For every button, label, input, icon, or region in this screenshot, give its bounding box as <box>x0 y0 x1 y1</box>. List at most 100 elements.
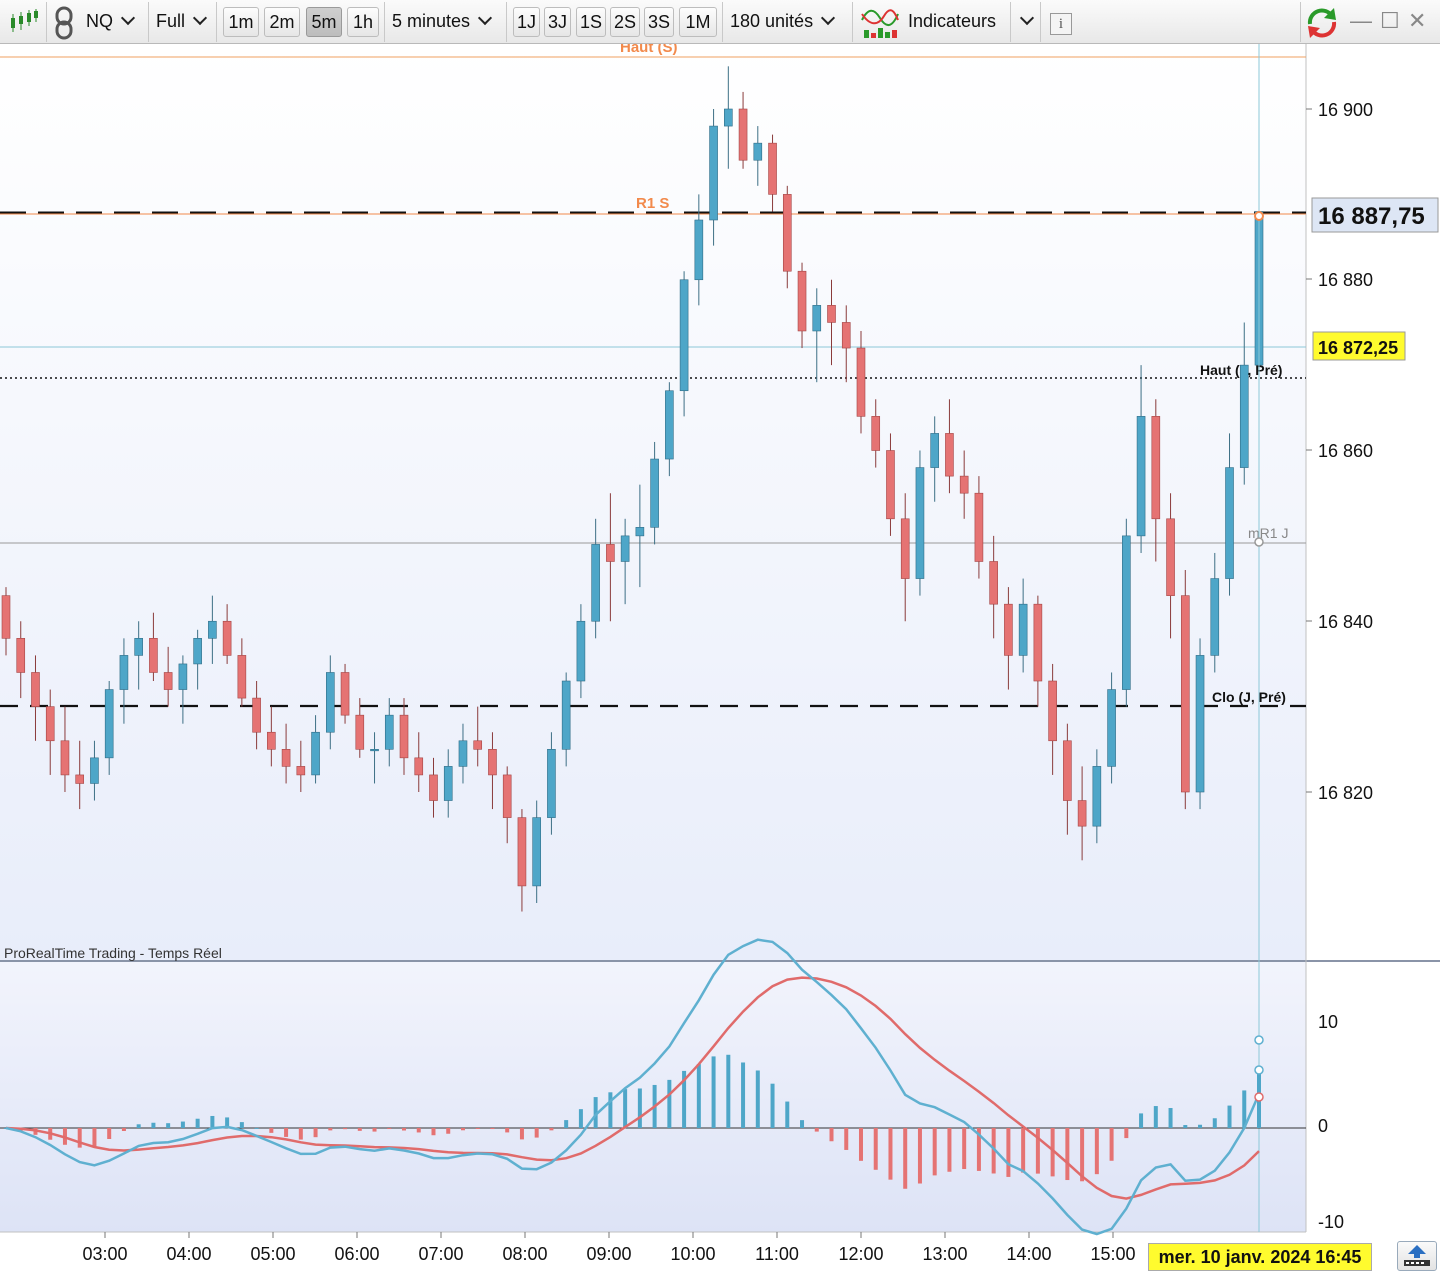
view-selector[interactable]: Full <box>156 6 208 36</box>
candlestick-chart-icon[interactable] <box>8 8 40 36</box>
oscillator-axis[interactable]: 10 0 -10 <box>1318 1012 1344 1232</box>
candle-body <box>281 749 291 767</box>
histogram-bar <box>490 1128 495 1130</box>
range-1s-button[interactable]: 1S <box>576 7 606 37</box>
toolbar-separator <box>216 2 217 42</box>
candle-body <box>1018 603 1028 656</box>
timeframe-1h-button[interactable]: 1h <box>347 7 379 37</box>
candle-body <box>443 766 453 801</box>
histogram-bar <box>107 1128 112 1139</box>
candle-body <box>149 638 158 673</box>
units-selector[interactable]: 180 unités <box>730 6 836 36</box>
link-icon[interactable] <box>52 6 76 40</box>
candle-body <box>915 467 925 579</box>
histogram-bar <box>505 1128 510 1133</box>
histogram-bar <box>932 1128 937 1176</box>
histogram-bar <box>1168 1108 1173 1128</box>
histogram-cursor-marker <box>1254 1065 1264 1075</box>
range-3s-button[interactable]: 3S <box>644 7 674 37</box>
candle-body <box>340 672 350 716</box>
candle-body <box>679 279 689 392</box>
cursor-price-label: 16 872,25 <box>1318 338 1398 358</box>
time-tick: 14:00 <box>1006 1244 1051 1264</box>
info-icon[interactable]: i <box>1050 13 1072 35</box>
candle-body <box>768 142 777 195</box>
candle-body <box>134 638 143 656</box>
candle-body <box>1210 578 1220 656</box>
histogram-bar <box>755 1070 760 1128</box>
indicators-button[interactable]: Indicateurs <box>908 6 996 36</box>
toolbar-separator <box>722 2 723 42</box>
candle-body <box>665 390 674 460</box>
histogram-bar <box>903 1128 908 1189</box>
timeframe-2m-button[interactable]: 2m <box>264 7 300 37</box>
candle-body <box>178 663 188 690</box>
symbol-selector[interactable]: NQ <box>86 6 136 36</box>
indicators-label: Indicateurs <box>908 10 997 31</box>
histogram-bar <box>519 1128 524 1140</box>
candle-body <box>959 475 969 494</box>
indicator-wave-icon[interactable] <box>860 6 900 40</box>
candle-body <box>458 740 468 767</box>
toolbar: NQ Full 1m 2m 5m 1h 5 minutes 1J 3J 1S 2… <box>0 0 1440 44</box>
macd-cursor-marker <box>1254 1035 1264 1045</box>
price-tick: 16 820 <box>1318 783 1373 803</box>
toolbar-separator <box>1010 2 1011 42</box>
histogram-bar <box>1212 1118 1217 1128</box>
candle-body <box>237 655 247 699</box>
range-2s-button[interactable]: 2S <box>610 7 640 37</box>
candle-body <box>547 749 556 818</box>
chevron-down-icon <box>1019 10 1035 26</box>
chevron-down-icon <box>192 10 208 26</box>
candle-body <box>871 416 881 451</box>
candle-body <box>384 714 394 750</box>
histogram-bar <box>416 1128 421 1133</box>
range-3j-button[interactable]: 3J <box>544 7 571 37</box>
histogram-bar <box>180 1121 185 1128</box>
toolbar-separator <box>506 2 507 42</box>
histogram-bar <box>1139 1113 1144 1128</box>
timeframe-5m-button[interactable]: 5m <box>306 7 342 37</box>
candle-body <box>414 757 424 776</box>
chevron-down-icon <box>477 10 493 26</box>
range-1j-button[interactable]: 1J <box>513 7 540 37</box>
toolbar-separator <box>1300 2 1301 42</box>
refresh-icon[interactable] <box>1304 6 1340 40</box>
histogram-bar <box>1227 1105 1232 1128</box>
candle-body <box>75 774 85 784</box>
candle-body <box>1077 800 1087 827</box>
candle-body <box>930 433 939 468</box>
candle-body <box>827 305 836 323</box>
scroll-to-latest-button[interactable] <box>1397 1241 1437 1271</box>
time-axis[interactable]: 03:00 04:00 05:00 06:00 07:00 08:00 09:00 10:00… <box>82 1232 1136 1264</box>
candle-body <box>945 433 954 477</box>
time-tick: 08:00 <box>502 1244 547 1264</box>
candle-body <box>517 817 527 887</box>
indicators-dropdown[interactable] <box>1012 6 1035 36</box>
chevron-down-icon <box>821 10 836 26</box>
histogram-bar <box>210 1115 215 1128</box>
histogram-bar <box>858 1128 863 1161</box>
close-icon[interactable]: ✕ <box>1408 8 1426 34</box>
timeframe-1m-button[interactable]: 1m <box>223 7 259 37</box>
histogram-bar <box>814 1128 819 1132</box>
candle-body <box>104 689 114 759</box>
histogram-bar <box>564 1120 569 1128</box>
candle-body <box>635 527 645 537</box>
histogram-bar <box>578 1109 583 1128</box>
minimize-icon[interactable]: — <box>1350 8 1372 34</box>
candle-body <box>753 142 763 161</box>
candle-body <box>576 620 586 682</box>
histogram-bar <box>357 1128 362 1131</box>
histogram-bar <box>1124 1128 1129 1139</box>
range-1m-button[interactable]: 1M <box>679 7 717 37</box>
candle-body <box>473 740 483 750</box>
candle-body <box>1004 603 1013 656</box>
candle-body <box>886 450 895 520</box>
interval-selector[interactable]: 5 minutes <box>392 6 493 36</box>
histogram-bar <box>1183 1125 1188 1128</box>
histogram-bar <box>608 1092 613 1128</box>
candle-body <box>620 535 630 562</box>
maximize-icon[interactable]: ☐ <box>1380 8 1400 34</box>
price-chart[interactable]: Haut (S) R1 S Haut (J, Pré) mR1 J Clo (J… <box>0 44 1440 1272</box>
